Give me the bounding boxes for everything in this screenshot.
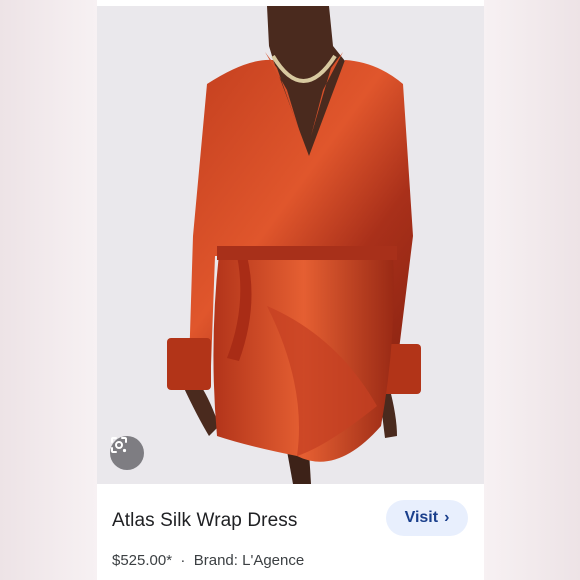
product-title[interactable]: Atlas Silk Wrap Dress [112, 510, 297, 532]
google-lens-icon [111, 437, 127, 453]
visit-button-label: Visit [404, 509, 439, 526]
product-info-panel: Atlas Silk Wrap Dress Visit › $525.00* ·… [97, 484, 484, 580]
blurred-background-right [484, 0, 580, 580]
google-lens-button[interactable] [110, 436, 144, 470]
blurred-background-left [0, 0, 97, 580]
product-price: $525.00* [112, 552, 173, 569]
product-brand: Brand: L'Agence [193, 552, 305, 569]
chevron-right-icon: › [444, 509, 450, 526]
product-card: Atlas Silk Wrap Dress Visit › $525.00* ·… [97, 0, 484, 580]
product-meta: $525.00* · Brand: L'Agence [112, 552, 304, 569]
visit-button[interactable]: Visit › [386, 500, 468, 536]
product-image[interactable] [97, 6, 484, 484]
